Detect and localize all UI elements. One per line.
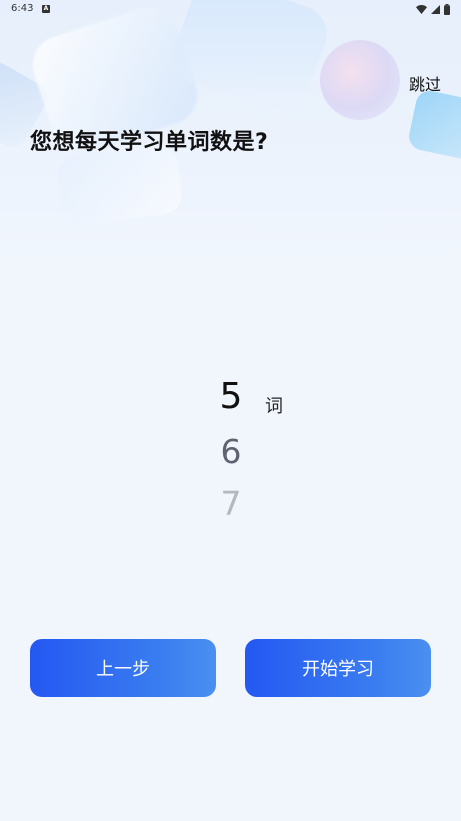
status-icons <box>416 3 450 15</box>
picker-option-selected[interactable]: 5 <box>201 376 261 417</box>
decor-sphere <box>320 40 400 120</box>
picker-unit-label: 词 <box>265 396 283 417</box>
decor-shape <box>406 88 461 162</box>
onboarding-screen: 6:43 A 跳过 您想每天学习单词数是? 5 词 6 7 上一步 开始学习 <box>0 0 461 821</box>
wifi-icon <box>416 4 427 14</box>
previous-step-button[interactable]: 上一步 <box>30 639 216 697</box>
status-time: 6:43 <box>11 3 34 14</box>
picker-option[interactable]: 6 <box>201 432 261 471</box>
signal-icon <box>431 4 440 14</box>
page-title: 您想每天学习单词数是? <box>30 130 269 155</box>
battery-icon <box>444 3 450 15</box>
picker-option[interactable]: 7 <box>201 484 261 523</box>
start-learning-button[interactable]: 开始学习 <box>245 639 431 697</box>
status-bar: 6:43 A <box>0 0 461 20</box>
word-count-picker[interactable]: 5 词 6 7 <box>0 372 461 532</box>
a-icon: A <box>42 5 50 13</box>
skip-button[interactable]: 跳过 <box>409 71 441 95</box>
